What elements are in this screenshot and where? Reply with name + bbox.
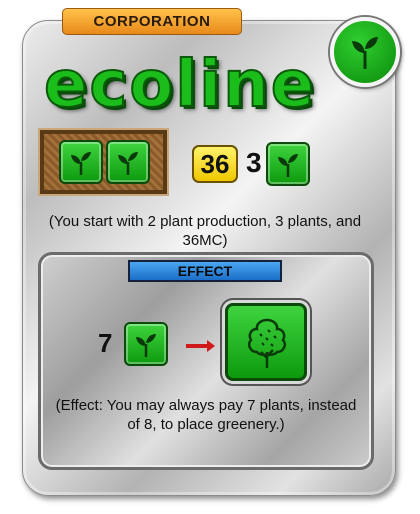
card-type-label: CORPORATION	[62, 8, 242, 35]
plant-tag-icon	[330, 17, 400, 87]
effect-cost-number: 7	[98, 328, 113, 358]
starting-plants-count: 3	[246, 147, 262, 178]
plant-production-icon	[106, 140, 150, 184]
effect-header: EFFECT	[128, 260, 282, 282]
megacredits-badge: 36	[192, 145, 238, 183]
plant-icon	[266, 142, 310, 186]
production-box	[40, 130, 167, 194]
effect-description: (Effect: You may always pay 7 plants, in…	[55, 397, 357, 433]
greenery-tile-icon	[225, 303, 307, 381]
arrow-right-icon	[186, 340, 215, 352]
effect-panel	[38, 252, 374, 470]
plant-production-icon	[59, 140, 103, 184]
corporation-name: ecoline	[43, 48, 317, 122]
start-description: (You start with 2 plant production, 3 pl…	[48, 213, 362, 249]
plant-icon	[124, 322, 168, 366]
